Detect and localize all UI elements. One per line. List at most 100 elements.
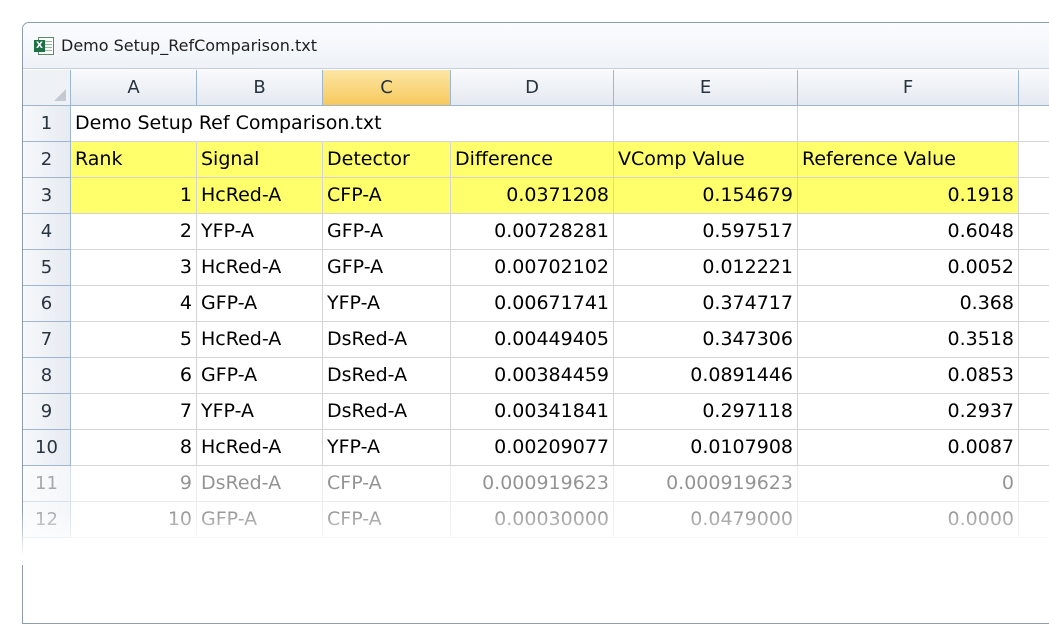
cell-g5[interactable]	[1019, 250, 1049, 286]
cell-c10[interactable]: YFP-A	[323, 430, 451, 466]
column-header-g[interactable]	[1019, 70, 1049, 106]
cell-g12[interactable]	[1019, 502, 1049, 538]
cell-c8[interactable]: DsRed-A	[323, 358, 451, 394]
cell-e1[interactable]	[614, 106, 798, 142]
row-header[interactable]: 3	[23, 178, 71, 214]
cell-e10[interactable]: 0.0107908	[614, 430, 798, 466]
cell-d7[interactable]: 0.00449405	[451, 322, 614, 358]
cell-g10[interactable]	[1019, 430, 1049, 466]
cell-b2[interactable]: Signal	[197, 142, 323, 178]
cell-c2[interactable]: Detector	[323, 142, 451, 178]
column-header-c[interactable]: C	[323, 70, 451, 106]
cell-f10[interactable]: 0.0087	[798, 430, 1019, 466]
cell-g3[interactable]	[1019, 178, 1049, 214]
cell-b1[interactable]	[197, 106, 323, 142]
row-header[interactable]: 4	[23, 214, 71, 250]
cell-b8[interactable]: GFP-A	[197, 358, 323, 394]
cell-f9[interactable]: 0.2937	[798, 394, 1019, 430]
cell-b4[interactable]: YFP-A	[197, 214, 323, 250]
cell-g9[interactable]	[1019, 394, 1049, 430]
cell-c7[interactable]: DsRed-A	[323, 322, 451, 358]
cell-b11[interactable]: DsRed-A	[197, 466, 323, 502]
cell-e3[interactable]: 0.154679	[614, 178, 798, 214]
cell-f2[interactable]: Reference Value	[798, 142, 1019, 178]
cell-e9[interactable]: 0.297118	[614, 394, 798, 430]
cell-d3[interactable]: 0.0371208	[451, 178, 614, 214]
cell-d8[interactable]: 0.00384459	[451, 358, 614, 394]
cell-d6[interactable]: 0.00671741	[451, 286, 614, 322]
cell-c6[interactable]: YFP-A	[323, 286, 451, 322]
cell-f3[interactable]: 0.1918	[798, 178, 1019, 214]
cell-g11[interactable]	[1019, 466, 1049, 502]
cell-f1[interactable]	[798, 106, 1019, 142]
cell-e12[interactable]: 0.0479000	[614, 502, 798, 538]
cell-e6[interactable]: 0.374717	[614, 286, 798, 322]
cell-e5[interactable]: 0.012221	[614, 250, 798, 286]
cell-a4[interactable]: 2	[71, 214, 197, 250]
cell-d2[interactable]: Difference	[451, 142, 614, 178]
cell-e11[interactable]: 0.000919623	[614, 466, 798, 502]
cell-f5[interactable]: 0.0052	[798, 250, 1019, 286]
cell-f12[interactable]: 0.0000	[798, 502, 1019, 538]
cell-b9[interactable]: YFP-A	[197, 394, 323, 430]
column-header-d[interactable]: D	[451, 70, 614, 106]
cell-b12[interactable]: GFP-A	[197, 502, 323, 538]
cell-c11[interactable]: CFP-A	[323, 466, 451, 502]
cell-a11[interactable]: 9	[71, 466, 197, 502]
column-header-e[interactable]: E	[614, 70, 798, 106]
cell-g2[interactable]	[1019, 142, 1049, 178]
cell-b7[interactable]: HcRed-A	[197, 322, 323, 358]
cell-d9[interactable]: 0.00341841	[451, 394, 614, 430]
cell-d12[interactable]: 0.00030000	[451, 502, 614, 538]
row-header[interactable]: 2	[23, 142, 71, 178]
cell-c4[interactable]: GFP-A	[323, 214, 451, 250]
cell-f11[interactable]: 0	[798, 466, 1019, 502]
cell-e8[interactable]: 0.0891446	[614, 358, 798, 394]
column-header-f[interactable]: F	[798, 70, 1019, 106]
cell-a12[interactable]: 10	[71, 502, 197, 538]
row-header[interactable]: 5	[23, 250, 71, 286]
column-header-b[interactable]: B	[197, 70, 323, 106]
cell-c9[interactable]: DsRed-A	[323, 394, 451, 430]
cell-g7[interactable]	[1019, 322, 1049, 358]
cell-a5[interactable]: 3	[71, 250, 197, 286]
cell-e2[interactable]: VComp Value	[614, 142, 798, 178]
cell-f6[interactable]: 0.368	[798, 286, 1019, 322]
cell-a9[interactable]: 7	[71, 394, 197, 430]
cell-a8[interactable]: 6	[71, 358, 197, 394]
row-header[interactable]: 12	[23, 502, 71, 538]
cell-d1[interactable]	[451, 106, 614, 142]
cell-c5[interactable]: GFP-A	[323, 250, 451, 286]
row-header[interactable]: 7	[23, 322, 71, 358]
row-header[interactable]: 9	[23, 394, 71, 430]
cell-b5[interactable]: HcRed-A	[197, 250, 323, 286]
cell-d10[interactable]: 0.00209077	[451, 430, 614, 466]
cell-a7[interactable]: 5	[71, 322, 197, 358]
row-header[interactable]: 10	[23, 430, 71, 466]
cell-a10[interactable]: 8	[71, 430, 197, 466]
cell-g8[interactable]	[1019, 358, 1049, 394]
row-header[interactable]: 8	[23, 358, 71, 394]
cell-a1[interactable]: Demo Setup Ref Comparison.txt	[71, 106, 382, 142]
cell-d11[interactable]: 0.000919623	[451, 466, 614, 502]
row-header[interactable]: 1	[23, 106, 71, 142]
column-header-a[interactable]: A	[71, 70, 197, 106]
cell-g4[interactable]	[1019, 214, 1049, 250]
row-header[interactable]: 11	[23, 466, 71, 502]
cell-b10[interactable]: HcRed-A	[197, 430, 323, 466]
cell-d4[interactable]: 0.00728281	[451, 214, 614, 250]
select-all-corner[interactable]	[23, 70, 71, 106]
cell-f7[interactable]: 0.3518	[798, 322, 1019, 358]
cell-g6[interactable]	[1019, 286, 1049, 322]
cell-d5[interactable]: 0.00702102	[451, 250, 614, 286]
cell-e4[interactable]: 0.597517	[614, 214, 798, 250]
cell-f8[interactable]: 0.0853	[798, 358, 1019, 394]
cell-a2[interactable]: Rank	[71, 142, 197, 178]
cell-c12[interactable]: CFP-A	[323, 502, 451, 538]
row-header[interactable]: 6	[23, 286, 71, 322]
cell-b6[interactable]: GFP-A	[197, 286, 323, 322]
cell-f4[interactable]: 0.6048	[798, 214, 1019, 250]
cell-g1[interactable]	[1019, 106, 1049, 142]
cell-a6[interactable]: 4	[71, 286, 197, 322]
cell-e7[interactable]: 0.347306	[614, 322, 798, 358]
